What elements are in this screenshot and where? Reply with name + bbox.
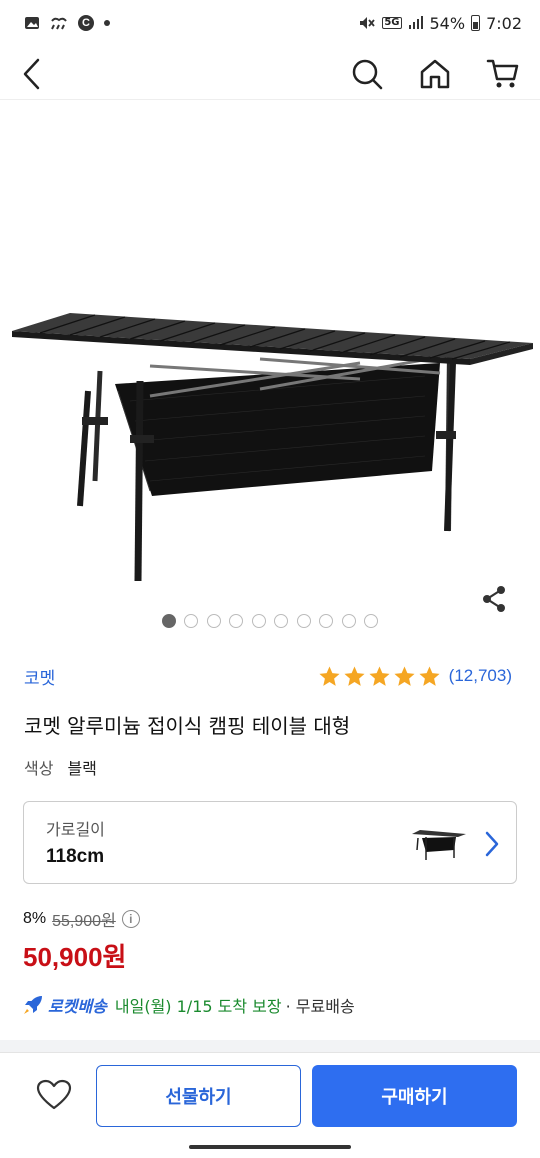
wishlist-button[interactable] bbox=[34, 1075, 74, 1115]
option-selector-label: 가로길이 bbox=[46, 820, 105, 839]
chevron-right-icon bbox=[485, 831, 499, 857]
star-icon bbox=[369, 665, 390, 686]
option-selector-value: 118cm bbox=[46, 846, 105, 867]
product-title: 코멧 알루미늄 접이식 캠핑 테이블 대형 bbox=[24, 714, 351, 738]
star-icon bbox=[419, 665, 440, 686]
pager-dot[interactable] bbox=[296, 614, 311, 628]
pager-dot[interactable] bbox=[319, 614, 334, 628]
c-notification-icon: C bbox=[78, 15, 94, 31]
search-button[interactable] bbox=[345, 52, 389, 96]
home-button[interactable] bbox=[413, 52, 457, 96]
rocket-icon bbox=[24, 996, 42, 1014]
mute-icon bbox=[360, 17, 376, 29]
cart-button[interactable] bbox=[481, 52, 525, 96]
more-notifications-dot bbox=[104, 20, 110, 26]
bottom-action-bar: 선물하기 구매하기 bbox=[0, 1052, 540, 1138]
section-divider bbox=[0, 1040, 540, 1052]
option-value: 블랙 bbox=[67, 759, 97, 778]
sale-price: 50,900원 bbox=[23, 942, 127, 972]
rating[interactable]: (12,703) bbox=[318, 665, 512, 688]
brand-rating-row: 코멧 (12,703) bbox=[24, 662, 512, 690]
signal-icon bbox=[408, 16, 423, 29]
brand-link[interactable]: 코멧 bbox=[24, 664, 55, 689]
option-key: 색상 bbox=[24, 759, 54, 778]
pager-dot[interactable] bbox=[161, 614, 176, 628]
network-type-label: 5G bbox=[382, 17, 402, 29]
pager-dot[interactable] bbox=[274, 614, 289, 628]
info-icon[interactable]: i bbox=[121, 910, 140, 928]
pager-dot[interactable] bbox=[206, 614, 221, 628]
gift-button[interactable]: 선물하기 bbox=[96, 1065, 301, 1127]
home-indicator bbox=[0, 1138, 540, 1158]
rocket-delivery-label: 로켓배송 bbox=[48, 997, 107, 1016]
delivery-info: 로켓배송 내일(월) 1/15 도착 보장 · 무료배송 bbox=[22, 993, 355, 1017]
delivery-eta: 내일(월) 1/15 도착 보장 bbox=[114, 997, 282, 1016]
discount-rate: 8% bbox=[23, 910, 47, 927]
home-icon bbox=[420, 59, 450, 89]
battery-icon bbox=[471, 15, 481, 31]
pager-dot[interactable] bbox=[229, 614, 244, 628]
original-price: 55,900원 bbox=[52, 913, 116, 930]
clock: 7:02 bbox=[486, 13, 522, 33]
option-selector[interactable]: 가로길이 118cm bbox=[23, 801, 517, 884]
buy-button[interactable]: 구매하기 bbox=[312, 1065, 517, 1127]
weather-notification-icon bbox=[51, 17, 67, 30]
image-pager[interactable] bbox=[0, 614, 540, 630]
chevron-left-icon bbox=[23, 58, 40, 90]
pager-dot[interactable] bbox=[341, 614, 356, 628]
pager-dot[interactable] bbox=[251, 614, 266, 628]
gallery-notification-icon bbox=[25, 17, 39, 29]
heart-icon bbox=[36, 1079, 72, 1110]
star-icon bbox=[394, 665, 415, 686]
product-image[interactable] bbox=[0, 101, 540, 611]
battery-percent: 54% bbox=[429, 13, 466, 33]
status-right: 5G 54% 7:02 bbox=[358, 14, 522, 33]
shipping-fee: · 무료배송 bbox=[285, 997, 355, 1016]
star-icon bbox=[319, 665, 340, 686]
price-row: 8% 55,900원 i bbox=[23, 907, 140, 931]
option-thumbnail bbox=[412, 830, 466, 860]
star-icon bbox=[344, 665, 365, 686]
review-count[interactable]: (12,703) bbox=[449, 666, 512, 686]
back-button[interactable] bbox=[10, 52, 54, 96]
pager-dot[interactable] bbox=[364, 614, 379, 628]
share-button[interactable] bbox=[478, 583, 510, 615]
top-navigation bbox=[0, 46, 540, 100]
option-summary: 색상 블랙 bbox=[24, 755, 97, 779]
share-icon bbox=[483, 586, 505, 612]
cart-icon bbox=[486, 59, 519, 88]
status-bar: C 5G 54% 7:02 bbox=[0, 0, 540, 46]
pager-dot[interactable] bbox=[184, 614, 199, 628]
status-left: C bbox=[24, 15, 110, 31]
search-icon bbox=[352, 59, 383, 90]
